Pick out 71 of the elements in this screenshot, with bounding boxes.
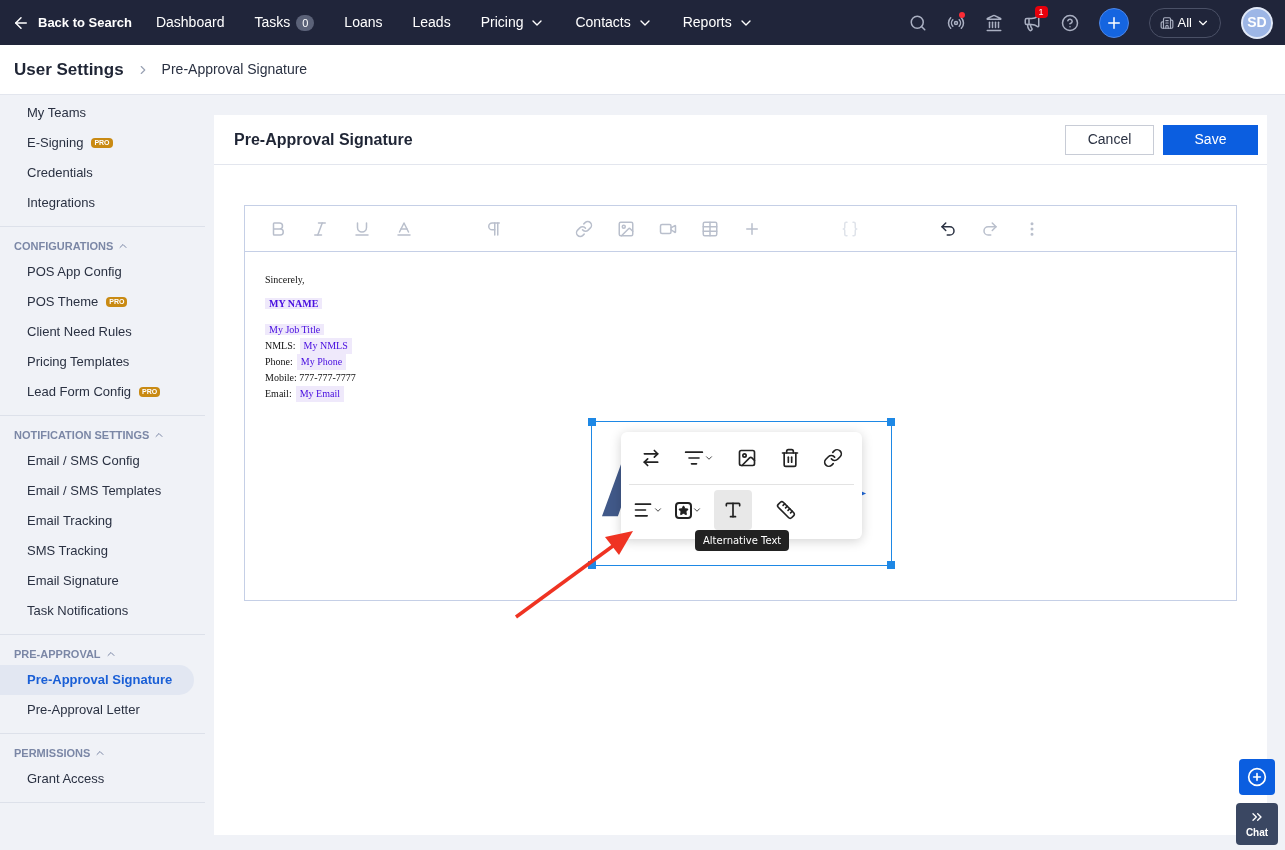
- sidebar-item[interactable]: Pre-Approval Letter: [0, 695, 194, 725]
- nav-menu[interactable]: Pricing: [480, 12, 546, 33]
- sidebar-item[interactable]: Pricing Templates: [0, 347, 194, 377]
- signature-text: Mobile: 777-777-7777: [265, 371, 357, 385]
- wrap-icon: [633, 500, 653, 520]
- sidebar-item[interactable]: My Teams: [0, 98, 194, 128]
- sidebar-item[interactable]: Email / SMS Config: [0, 446, 194, 476]
- broadcast-icon[interactable]: [946, 13, 965, 32]
- caret-icon: [703, 453, 714, 463]
- star-frame-icon: [675, 501, 692, 519]
- link-icon[interactable]: [822, 448, 843, 468]
- panel-title: Pre-Approval Signature: [234, 129, 413, 150]
- tooltip: Alternative Text: [695, 530, 790, 551]
- resize-handle[interactable]: [588, 561, 596, 569]
- undo-icon[interactable]: [939, 219, 957, 238]
- resize-handle[interactable]: [887, 561, 895, 569]
- image-icon[interactable]: [736, 448, 757, 468]
- add-button[interactable]: [1098, 7, 1129, 38]
- sidebar-item[interactable]: Pre-Approval Signature: [0, 665, 194, 695]
- sidebar-item[interactable]: Email Signature: [0, 566, 194, 596]
- signature-text: Sincerely,: [265, 273, 306, 287]
- notification-badge: 1: [1034, 5, 1048, 18]
- field-label: Email:: [265, 387, 292, 401]
- plus-circle-icon: [1247, 767, 1267, 787]
- nav-link[interactable]: Dashboard: [155, 12, 225, 33]
- sidebar-item[interactable]: Task Notifications: [0, 596, 194, 626]
- style-dropdown[interactable]: [675, 501, 702, 519]
- building-icon: [1159, 15, 1174, 30]
- merge-field[interactable]: My Email: [295, 386, 344, 402]
- nav-menu[interactable]: Contacts: [575, 12, 653, 33]
- nav-link[interactable]: Tasks 0: [254, 12, 315, 33]
- nav-menu[interactable]: Reports: [682, 12, 754, 33]
- merge-field[interactable]: My NMLS: [299, 338, 352, 354]
- sidebar-item[interactable]: Integrations: [0, 188, 194, 218]
- breadcrumb-current: Pre-Approval Signature: [161, 60, 308, 79]
- sidebar-item[interactable]: Client Need Rules: [0, 317, 194, 347]
- sidebar-item[interactable]: SMS Tracking: [0, 536, 194, 566]
- ruler-icon[interactable]: [776, 500, 796, 520]
- search-icon[interactable]: [908, 13, 927, 32]
- sidebar-item[interactable]: Email Tracking: [0, 506, 194, 536]
- chat-button[interactable]: Chat: [1236, 803, 1278, 845]
- merge-field[interactable]: MY NAME: [265, 298, 323, 309]
- field-label: NMLS:: [265, 339, 296, 353]
- sidebar-item[interactable]: Email / SMS Templates: [0, 476, 194, 506]
- merge-field[interactable]: My Phone: [296, 354, 347, 370]
- align-dropdown[interactable]: [683, 448, 714, 468]
- sidebar-item[interactable]: Grant Access: [0, 764, 194, 794]
- sidebar-item[interactable]: Credentials: [0, 158, 194, 188]
- nav-link[interactable]: Loans: [344, 12, 383, 33]
- field-label: Phone:: [265, 355, 293, 369]
- wrap-dropdown[interactable]: [633, 500, 663, 520]
- delete-icon[interactable]: [779, 448, 800, 468]
- bank-icon[interactable]: [984, 13, 1003, 32]
- breadcrumb-link[interactable]: User Settings: [14, 56, 124, 83]
- resize-handle[interactable]: [588, 418, 596, 426]
- caret-icon: [692, 505, 702, 515]
- nav-link[interactable]: Leads: [412, 12, 451, 33]
- cancel-button[interactable]: Cancel: [1065, 124, 1154, 155]
- caret-icon: [653, 505, 663, 515]
- back-link[interactable]: Back to Search: [12, 12, 132, 33]
- count-badge: 0: [296, 14, 315, 31]
- resize-handle[interactable]: [887, 418, 895, 426]
- text-icon: [723, 500, 743, 520]
- align-icon: [683, 448, 704, 468]
- merge-field[interactable]: My Job Title: [265, 324, 325, 335]
- selected-image-frame[interactable]: Alternative Text: [591, 421, 892, 566]
- sidebar-item[interactable]: POS App Config: [0, 257, 194, 287]
- help-icon[interactable]: [1060, 13, 1079, 32]
- save-button[interactable]: Save: [1163, 124, 1258, 155]
- add-fab[interactable]: [1239, 759, 1275, 795]
- alt-text-button[interactable]: [714, 490, 752, 530]
